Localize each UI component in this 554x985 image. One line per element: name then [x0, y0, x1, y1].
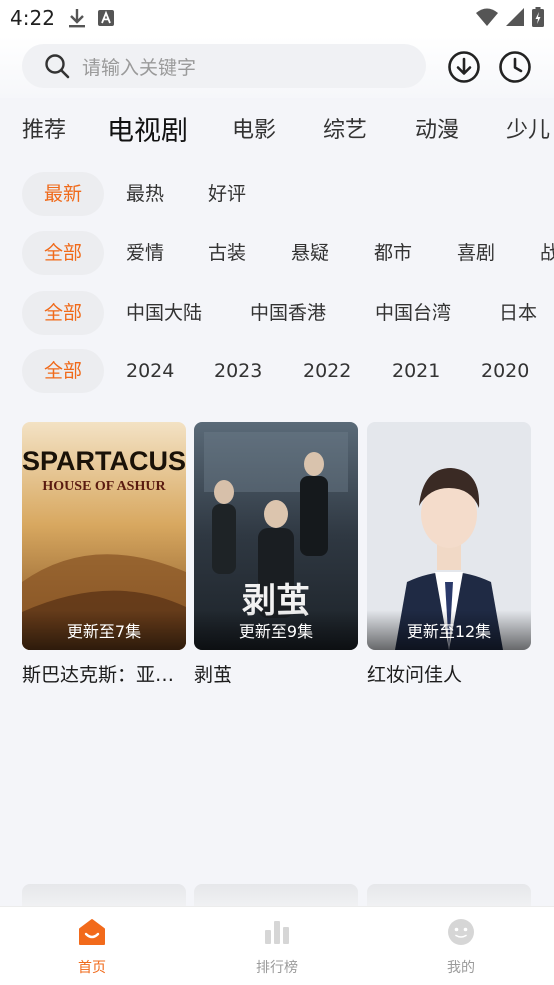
poster-subtitle-text: HOUSE OF ASHUR [42, 479, 166, 494]
filter-region-taiwan[interactable]: 中国台湾 [375, 291, 451, 335]
tab-variety[interactable]: 综艺 [323, 112, 367, 144]
filter-region-hongkong[interactable]: 中国香港 [250, 291, 326, 335]
filter-region-japan[interactable]: 日本 [499, 291, 537, 335]
search-bar[interactable]: 请输入关键字 [22, 44, 426, 88]
cell-signal-icon [506, 8, 524, 26]
filter-year-all[interactable]: 全部 [22, 349, 104, 393]
video-card-placeholder[interactable] [367, 884, 531, 908]
category-tabs: 推荐 电视剧 电影 综艺 动漫 少儿 [0, 100, 554, 158]
notification-a-icon [98, 10, 114, 26]
filter-genre-mystery[interactable]: 悬疑 [291, 231, 329, 275]
video-card[interactable]: SPARTACUS HOUSE OF ASHUR 更新至7集 斯巴达克斯：亚… [22, 422, 186, 687]
filter-row-region: 全部 中国大陆 中国香港 中国台湾 日本 [0, 291, 554, 337]
nav-home-label: 首页 [78, 960, 106, 976]
battery-icon [532, 7, 544, 27]
video-card[interactable]: 更新至12集 红妆问佳人 [367, 422, 531, 687]
filter-sort-rating[interactable]: 好评 [208, 172, 246, 216]
tab-kids[interactable]: 少儿 [506, 112, 550, 144]
bottom-nav: 首页 排行榜 我的 [0, 906, 554, 985]
tab-anime[interactable]: 动漫 [415, 112, 459, 144]
filter-row-sort: 最新 最热 好评 [0, 172, 554, 218]
episode-badge: 更新至9集 [238, 622, 314, 641]
episode-badge: 更新至12集 [406, 622, 492, 641]
filter-year-2023[interactable]: 2023 [214, 349, 262, 393]
status-bar: 4:22 [0, 0, 554, 36]
poster-hongzhuang[interactable]: 更新至12集 [367, 422, 531, 650]
filter-genre-costume[interactable]: 古装 [208, 231, 246, 275]
tab-tv-series[interactable]: 电视剧 [107, 109, 188, 148]
video-card-placeholder[interactable] [194, 884, 358, 908]
filter-year-2024[interactable]: 2024 [126, 349, 174, 393]
search-input[interactable]: 请输入关键字 [82, 53, 196, 80]
search-icon [45, 54, 70, 79]
card-title[interactable]: 红妆问佳人 [367, 660, 531, 687]
filter-genre-romance[interactable]: 爱情 [126, 231, 164, 275]
download-icon[interactable] [447, 50, 481, 84]
nav-profile-label: 我的 [447, 960, 475, 976]
filter-row-genre: 全部 爱情 古装 悬疑 都市 喜剧 战 [0, 231, 554, 277]
status-time: 4:22 [10, 6, 55, 30]
filter-genre-all[interactable]: 全部 [22, 231, 104, 275]
filter-year-2020[interactable]: 2020 [481, 349, 529, 393]
filter-genre-comedy[interactable]: 喜剧 [457, 231, 495, 275]
nav-home[interactable]: 首页 [32, 917, 152, 977]
filter-genre-urban[interactable]: 都市 [374, 231, 412, 275]
episode-badge: 更新至7集 [66, 622, 142, 641]
filter-year-2021[interactable]: 2021 [392, 349, 440, 393]
download-status-icon [69, 9, 85, 28]
filter-row-year: 全部 2024 2023 2022 2021 2020 [0, 349, 554, 395]
card-title[interactable]: 剥茧 [194, 660, 358, 687]
tab-movies[interactable]: 电影 [232, 112, 276, 144]
poster-title-text: SPARTACUS [22, 446, 186, 476]
video-card-placeholder[interactable] [22, 884, 186, 908]
filter-year-2022[interactable]: 2022 [303, 349, 351, 393]
poster-bojian[interactable]: 剥茧 更新至9集 [194, 422, 358, 650]
tab-recommend[interactable]: 推荐 [22, 112, 66, 144]
history-clock-icon[interactable] [498, 50, 532, 84]
wifi-icon [476, 8, 498, 26]
filter-sort-latest[interactable]: 最新 [22, 172, 104, 216]
filter-sort-hot[interactable]: 最热 [126, 172, 164, 216]
ranking-icon [265, 921, 289, 944]
filter-region-all[interactable]: 全部 [22, 291, 104, 335]
filter-genre-war[interactable]: 战 [540, 231, 554, 275]
filter-region-mainland[interactable]: 中国大陆 [126, 291, 202, 335]
poster-spartacus[interactable]: SPARTACUS HOUSE OF ASHUR 更新至7集 [22, 422, 186, 650]
card-title[interactable]: 斯巴达克斯：亚… [22, 660, 186, 687]
profile-icon [448, 919, 474, 945]
home-icon [79, 919, 105, 945]
nav-profile[interactable]: 我的 [401, 917, 521, 977]
video-card[interactable]: 剥茧 更新至9集 剥茧 [194, 422, 358, 687]
header: 请输入关键字 [0, 36, 554, 98]
nav-ranking-label: 排行榜 [256, 960, 298, 976]
nav-ranking[interactable]: 排行榜 [217, 917, 337, 977]
